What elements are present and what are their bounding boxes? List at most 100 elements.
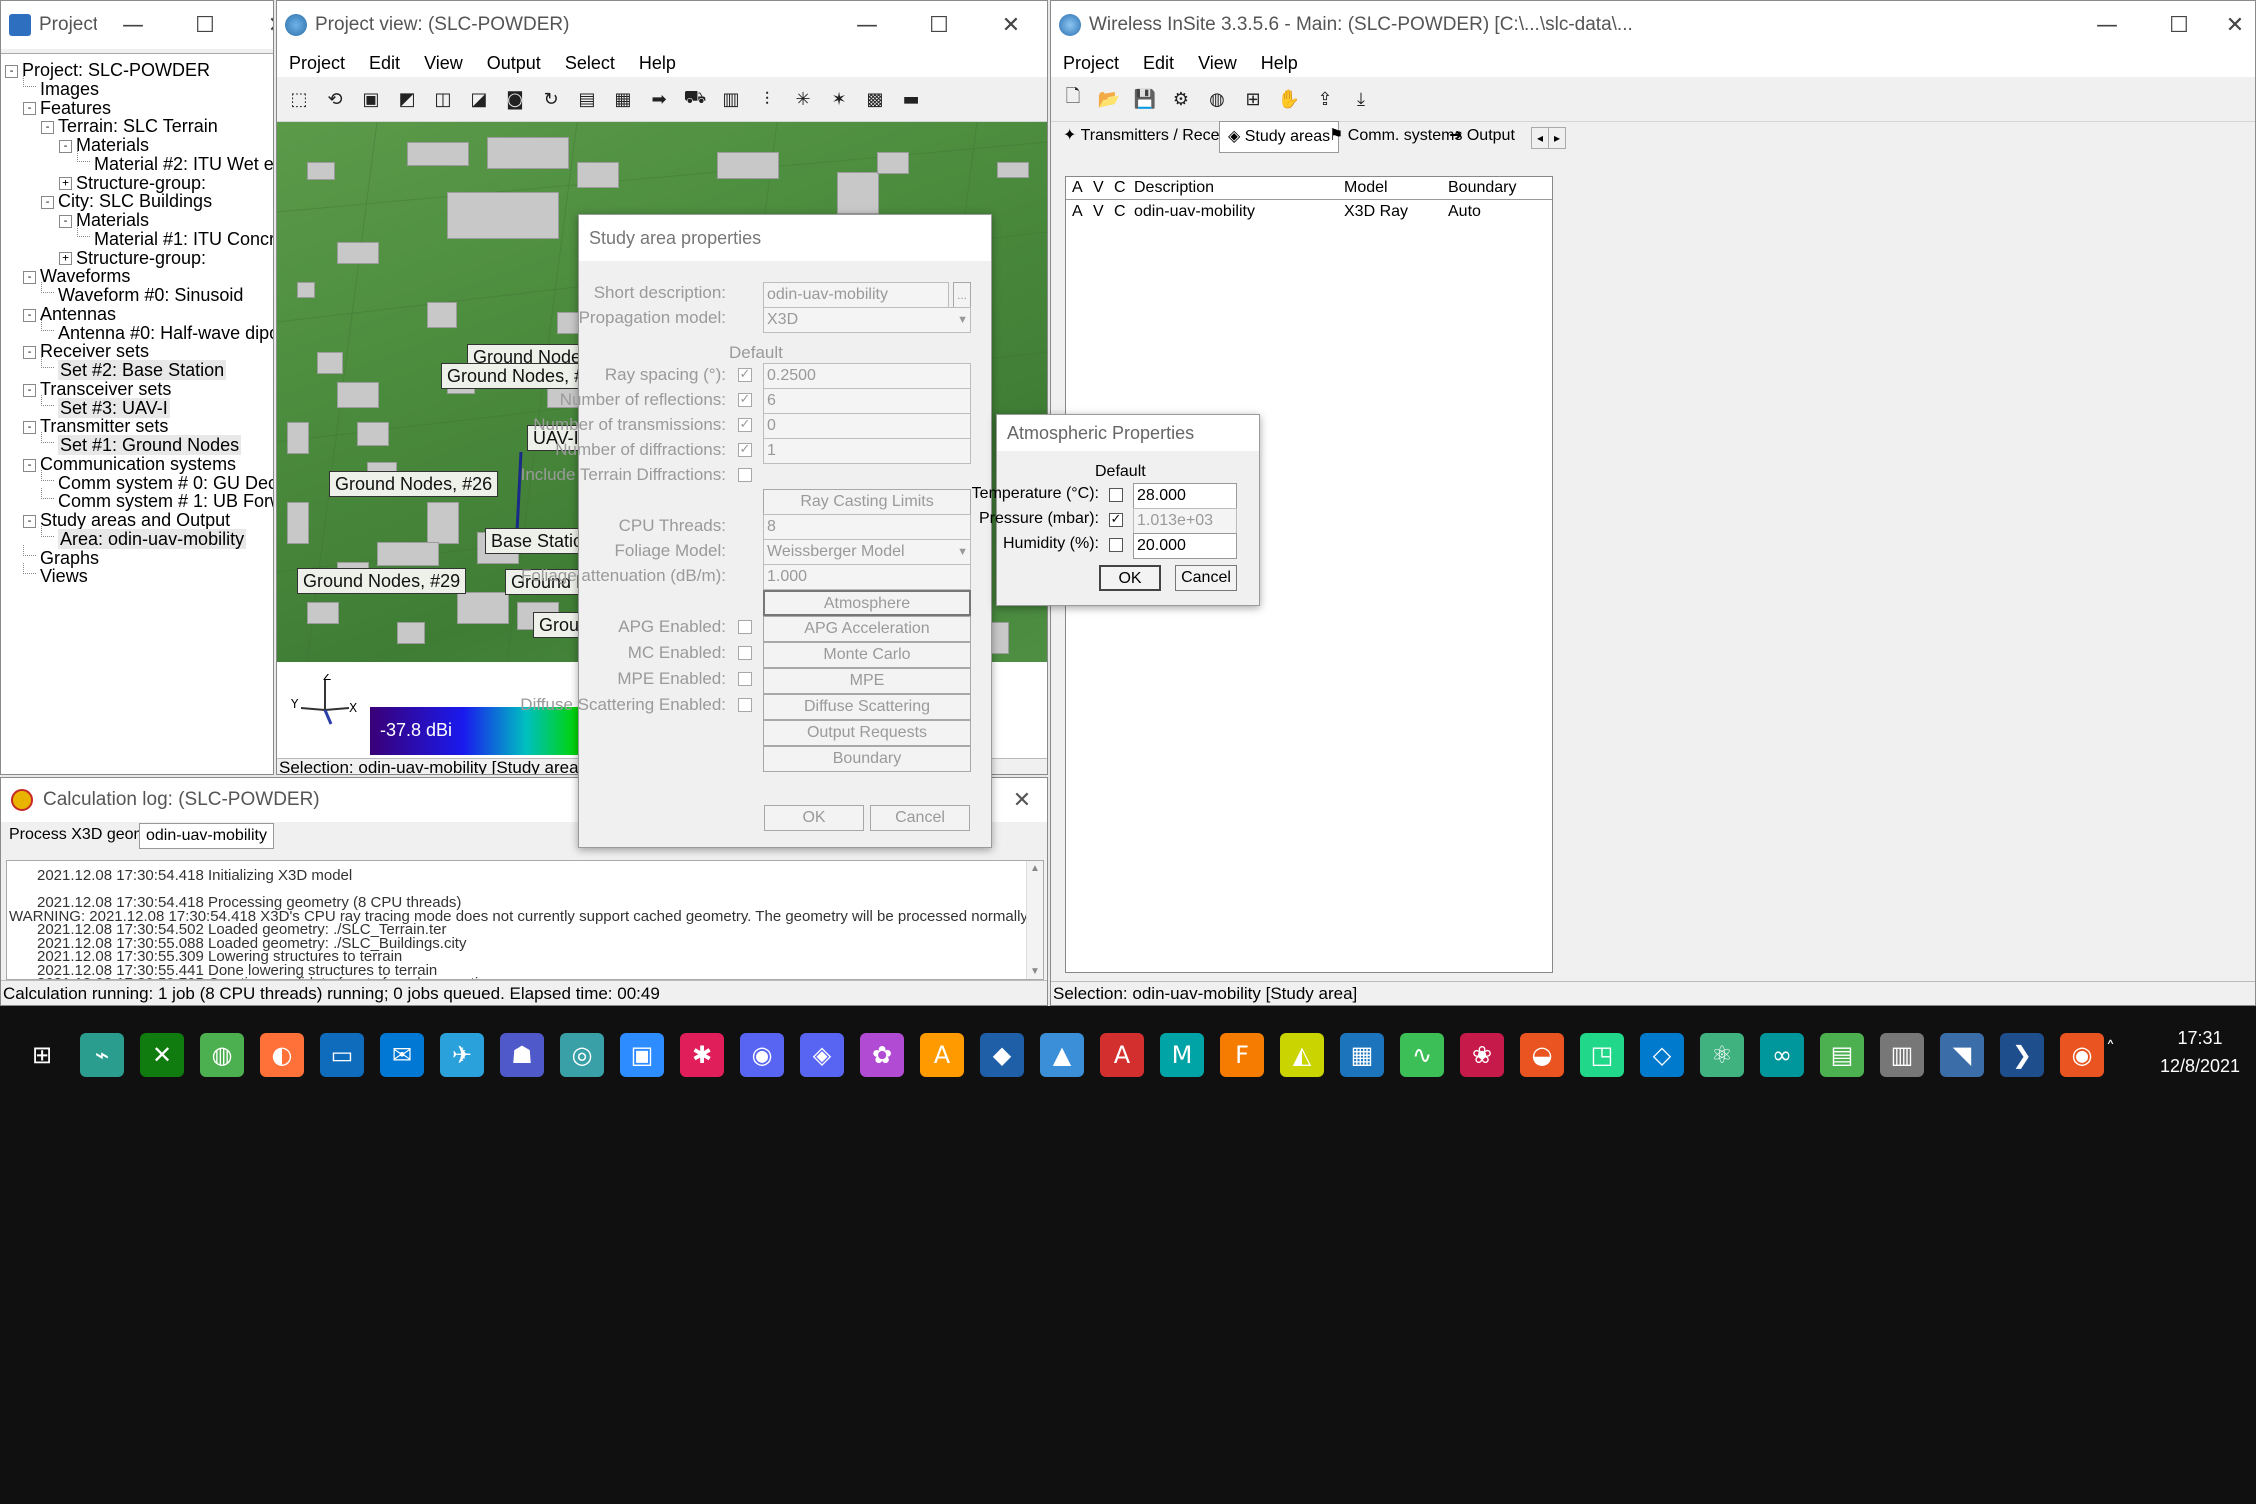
atom-green-icon[interactable]: ⚛ xyxy=(1700,1033,1744,1077)
ok-button[interactable]: OK xyxy=(764,805,864,831)
col-boundary[interactable]: Boundary xyxy=(1448,179,1517,197)
windows-start-icon[interactable]: ⊞ xyxy=(20,1033,64,1077)
pycharm-icon[interactable]: ◳ xyxy=(1580,1033,1624,1077)
discord-like-icon[interactable]: ◉ xyxy=(740,1033,784,1077)
menu-help[interactable]: Help xyxy=(627,53,688,74)
cancel-button[interactable]: Cancel xyxy=(1175,565,1237,591)
close-icon[interactable]: ✕ xyxy=(241,13,273,38)
col-description[interactable]: Description xyxy=(1134,179,1214,197)
view-side-icon[interactable]: ◪ xyxy=(464,84,494,114)
discord-icon[interactable]: ◈ xyxy=(800,1033,844,1077)
temperature-default-checkbox[interactable] xyxy=(1109,488,1123,502)
minimize-icon[interactable]: — xyxy=(831,13,903,38)
col-v[interactable]: V xyxy=(1093,179,1104,197)
ruler-icon[interactable]: ▬ xyxy=(896,84,926,114)
stocks-app-icon[interactable]: ⌁ xyxy=(80,1033,124,1077)
collapse-icon[interactable]: - xyxy=(41,196,54,209)
tab-output[interactable]: ➜ Output xyxy=(1441,121,1523,151)
collapse-icon[interactable]: - xyxy=(23,514,36,528)
ubuntu-red-icon[interactable]: ◒ xyxy=(1520,1033,1564,1077)
foliage-attenuation-input[interactable]: 1.000 xyxy=(763,564,971,590)
col-c[interactable]: C xyxy=(1114,179,1126,197)
boundary-button[interactable]: Boundary xyxy=(763,746,971,772)
fusion-icon[interactable]: F xyxy=(1220,1033,1264,1077)
pressure-default-checkbox[interactable]: ✓ xyxy=(1109,513,1123,527)
bars-icon[interactable]: ▥ xyxy=(716,84,746,114)
grid-icon[interactable]: ▦ xyxy=(608,84,638,114)
scroll-up-icon[interactable]: ▲ xyxy=(1030,863,1040,874)
collapse-icon[interactable]: - xyxy=(41,121,54,134)
layers-icon[interactable]: ▤ xyxy=(572,84,602,114)
zoom-icon[interactable]: ▣ xyxy=(620,1033,664,1077)
view-top-icon[interactable]: ▣ xyxy=(356,84,386,114)
database-icon[interactable]: ▥ xyxy=(1880,1033,1924,1077)
calc-log-text[interactable]: 2021.12.08 17:30:54.418 Initializing X3D… xyxy=(6,860,1044,980)
refresh-icon[interactable]: ↻ xyxy=(536,84,566,114)
minimize-icon[interactable]: — xyxy=(2071,13,2143,38)
collapse-icon[interactable]: - xyxy=(59,214,72,228)
prop-model-select[interactable]: X3D ▼ xyxy=(763,307,971,333)
diffuse-enabled-checkbox[interactable] xyxy=(738,698,752,712)
slack-icon[interactable]: ✱ xyxy=(680,1033,724,1077)
download-icon[interactable]: ⤓ xyxy=(1346,84,1376,114)
tree-item[interactable]: Views xyxy=(23,563,88,589)
menu-help[interactable]: Help xyxy=(1249,53,1310,74)
close-icon[interactable]: ✕ xyxy=(975,13,1047,38)
move-icon[interactable]: ➡ xyxy=(644,84,674,114)
collapse-icon[interactable]: - xyxy=(23,383,36,397)
menu-edit[interactable]: Edit xyxy=(357,53,412,74)
diffractions-input[interactable]: 1 xyxy=(763,438,971,464)
collapse-icon[interactable]: - xyxy=(5,64,18,78)
triangle-app-icon[interactable]: ◭ xyxy=(1280,1033,1324,1077)
atmosphere-button[interactable]: Atmosphere xyxy=(763,590,971,616)
menu-select[interactable]: Select xyxy=(553,53,627,74)
acrobat-icon[interactable]: A xyxy=(1100,1033,1144,1077)
chip-app-icon[interactable]: ▦ xyxy=(1340,1033,1384,1077)
menu-view[interactable]: View xyxy=(412,53,475,74)
hierarchy-icon[interactable]: ⊞ xyxy=(1238,84,1268,114)
browse-button[interactable]: ... xyxy=(953,282,971,308)
diffuse-scattering-button[interactable]: Diffuse Scattering xyxy=(763,694,971,720)
mc-enabled-checkbox[interactable] xyxy=(738,646,752,660)
rays-icon[interactable]: ✳ xyxy=(788,84,818,114)
humidity-input[interactable]: 20.000 xyxy=(1133,533,1237,559)
apg-enabled-checkbox[interactable] xyxy=(738,620,752,634)
table-row[interactable]: A V C odin-uav-mobility X3D Ray Auto xyxy=(1066,201,1552,223)
transmissions-default-checkbox[interactable]: ✓ xyxy=(738,418,752,432)
minimize-icon[interactable]: — xyxy=(97,13,169,38)
arduino-icon[interactable]: ∞ xyxy=(1760,1033,1804,1077)
output-requests-button[interactable]: Output Requests xyxy=(763,720,971,746)
collapse-icon[interactable]: - xyxy=(59,139,72,153)
vehicle-icon[interactable]: ⛟ xyxy=(680,84,710,114)
excel-like-icon[interactable]: ▤ xyxy=(1820,1033,1864,1077)
cancel-button[interactable]: Cancel xyxy=(870,805,970,831)
cpu-threads-input[interactable]: 8 xyxy=(763,514,971,540)
humidity-default-checkbox[interactable] xyxy=(1109,538,1123,552)
run-icon[interactable]: ⚙ xyxy=(1166,84,1196,114)
waveform-app-icon[interactable]: ∿ xyxy=(1400,1033,1444,1077)
mpe-enabled-checkbox[interactable] xyxy=(738,672,752,686)
atom-app-icon[interactable]: ▲ xyxy=(1040,1033,1084,1077)
menu-project[interactable]: Project xyxy=(1051,53,1131,74)
teams-icon[interactable]: ☗ xyxy=(500,1033,544,1077)
close-icon[interactable]: ✕ xyxy=(997,788,1047,813)
maximize-icon[interactable]: ☐ xyxy=(903,13,975,38)
collapse-icon[interactable]: - xyxy=(23,102,36,116)
apg-acceleration-button[interactable]: APG Acceleration xyxy=(763,616,971,642)
menu-project[interactable]: Project xyxy=(277,53,357,74)
globe-icon[interactable]: ◍ xyxy=(1202,84,1232,114)
collapse-icon[interactable]: - xyxy=(23,346,36,359)
view-front-icon[interactable]: ◫ xyxy=(428,84,458,114)
col-model[interactable]: Model xyxy=(1344,179,1388,197)
collapse-icon[interactable]: - xyxy=(23,421,36,434)
firefox-icon[interactable]: ◐ xyxy=(260,1033,304,1077)
reflections-default-checkbox[interactable]: ✓ xyxy=(738,393,752,407)
tab-scroll-right-icon[interactable]: ▸ xyxy=(1548,127,1566,149)
collapse-icon[interactable]: - xyxy=(23,271,36,284)
collapse-icon[interactable]: - xyxy=(23,308,36,322)
monte-carlo-button[interactable]: Monte Carlo xyxy=(763,642,971,668)
open-folder-icon[interactable]: 📂 xyxy=(1094,84,1124,114)
save-icon[interactable]: 💾 xyxy=(1130,84,1160,114)
temperature-input[interactable]: 28.000 xyxy=(1133,483,1237,509)
ubuntu-icon[interactable]: ◉ xyxy=(2060,1033,2104,1077)
